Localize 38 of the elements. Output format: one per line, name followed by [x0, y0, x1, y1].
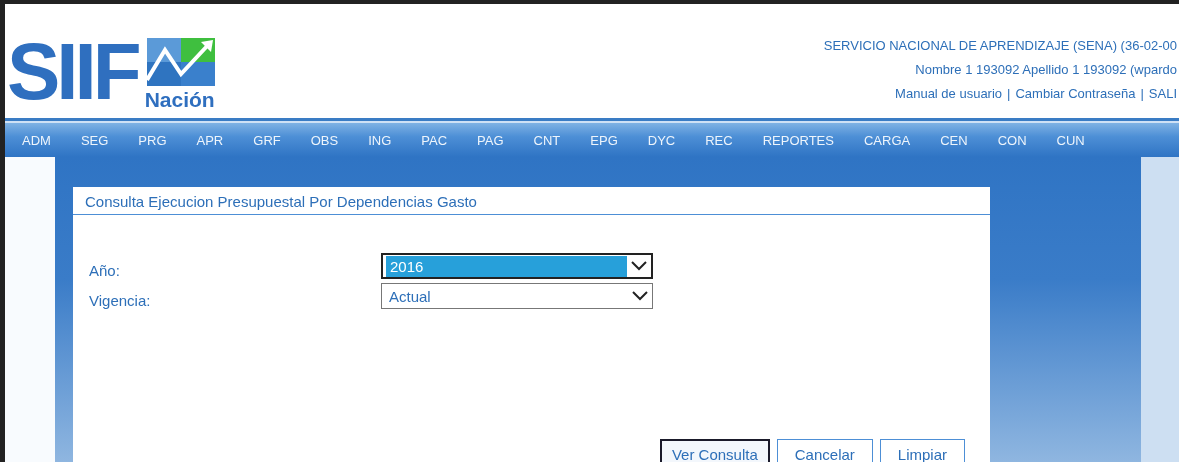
dropdown-field[interactable]: 2016: [381, 253, 653, 279]
chevron-down-icon: [631, 261, 647, 271]
form-button[interactable]: Cancelar: [776, 439, 873, 462]
user-name: Nombre 1 193092 Apellido 1 193092 (wpardo: [915, 62, 1177, 78]
link-separator: |: [1140, 86, 1144, 102]
entity-name: SERVICIO NACIONAL DE APRENDIZAJE (SENA) (36-02-00: [823, 38, 1177, 54]
menu-item[interactable]: CUN: [1056, 132, 1085, 148]
menu-item[interactable]: GRF: [253, 132, 281, 148]
chevron-down-icon: [632, 291, 648, 301]
header-link[interactable]: Manual de usuario: [895, 86, 1003, 102]
form-button[interactable]: Ver Consulta: [659, 439, 770, 462]
menu-item[interactable]: CNT: [533, 132, 561, 148]
menu-item[interactable]: DYC: [647, 132, 676, 148]
menu-item[interactable]: REC: [705, 132, 733, 148]
menu-item[interactable]: ING: [368, 132, 392, 148]
header-link[interactable]: SALI: [1148, 86, 1177, 102]
field-label: Año:: [89, 260, 121, 279]
header-link[interactable]: Cambiar Contraseña: [1015, 86, 1136, 102]
menu-item[interactable]: EPG: [590, 132, 618, 148]
logo-wordmark: SIIF: [7, 32, 140, 112]
menu-item[interactable]: CEN: [940, 132, 968, 148]
menu-item[interactable]: REPORTES: [762, 132, 834, 148]
menu-item[interactable]: SEG: [80, 132, 109, 148]
menu-item[interactable]: PAG: [477, 132, 504, 148]
menu-item[interactable]: CON: [997, 132, 1027, 148]
menu-item[interactable]: APR: [196, 132, 224, 148]
menu-item[interactable]: PAC: [421, 132, 448, 148]
dropdown-field[interactable]: Actual: [381, 283, 653, 309]
menu-item[interactable]: PRG: [138, 132, 167, 148]
menu-item[interactable]: OBS: [310, 132, 339, 148]
link-separator: |: [1007, 86, 1011, 102]
logo-subtitle: Nación: [144, 88, 215, 112]
form-button[interactable]: Limpiar: [879, 439, 965, 462]
menu-item[interactable]: ADM: [22, 132, 51, 148]
chart-icon: [146, 38, 215, 86]
menu-item[interactable]: CARGA: [863, 132, 911, 148]
field-label: Vigencia:: [89, 290, 152, 309]
form-title: Consulta Ejecucion Presupuestal Por Dependencias Gasto: [73, 187, 990, 215]
